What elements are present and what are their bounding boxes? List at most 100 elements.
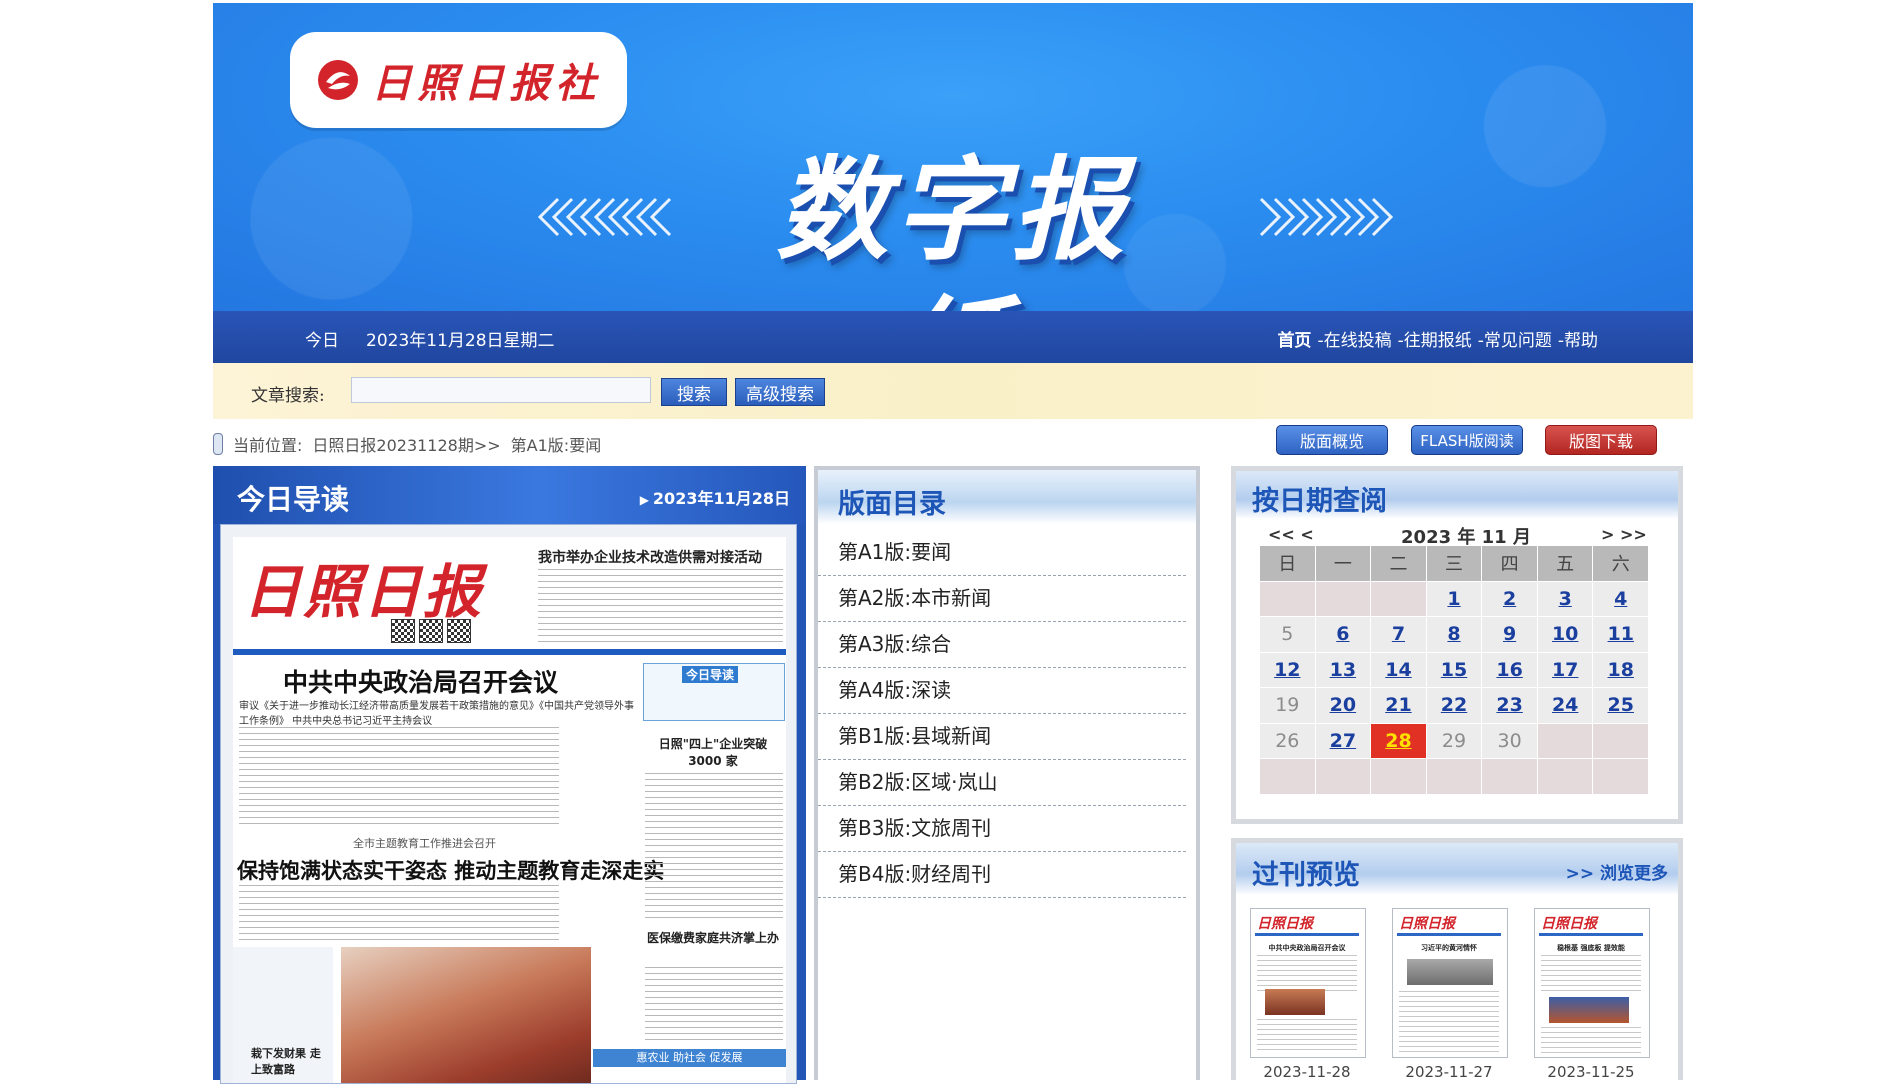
nav-link-home[interactable]: 首页	[1277, 326, 1311, 351]
front-page-kicker: 全市主题教育工作推进会召开	[353, 837, 496, 850]
calendar-day-link[interactable]: 20	[1315, 688, 1372, 724]
browse-more-link[interactable]: >> 浏览更多	[1566, 859, 1668, 884]
page-overview-button[interactable]: 版面概览	[1276, 425, 1388, 455]
thumb-headline: 中共中央政治局召开会议	[1268, 944, 1346, 952]
page-link-b3[interactable]: 第B3版:文旅周刊	[818, 806, 1186, 852]
weekday-wed: 三	[1426, 546, 1483, 582]
calendar-day-link[interactable]: 15	[1426, 652, 1483, 688]
side-story-1: 日照"四上"企业突破 3000 家	[658, 737, 768, 768]
past-issue-thumb-1[interactable]: 日照日报 中共中央政治局召开会议	[1250, 908, 1366, 1058]
calendar-empty-cell	[1371, 581, 1427, 617]
nav-links: 首页 -在线投稿 -往期报纸 -常见问题 -帮助	[1277, 326, 1598, 351]
page-directory-list: 第A1版:要闻 第A2版:本市新闻 第A3版:综合 第A4版:深读 第B1版:县…	[818, 530, 1186, 898]
calendar-day-link[interactable]: 7	[1371, 617, 1427, 653]
side-text-lines	[645, 773, 783, 923]
calendar-day-link[interactable]: 18	[1593, 652, 1650, 688]
calendar-day-link[interactable]: 1	[1426, 581, 1483, 617]
calendar-empty-cell	[1315, 759, 1372, 795]
thumb-photo	[1265, 989, 1325, 1015]
page-download-button[interactable]: 版图下载	[1545, 425, 1657, 455]
nav-link-help[interactable]: -帮助	[1558, 326, 1598, 351]
front-page-content[interactable]: 日照日报 我市举办企业技术改造供需对接活动 中共中央政治局召开会议 审议《关于进…	[233, 537, 786, 1083]
nav-link-submit[interactable]: -在线投稿	[1317, 326, 1391, 351]
calendar-day-today[interactable]: 28	[1371, 723, 1427, 759]
weekday-sat: 六	[1593, 546, 1650, 582]
nav-link-faq[interactable]: -常见问题	[1478, 326, 1552, 351]
flash-read-button[interactable]: FLASH版阅读	[1411, 425, 1523, 455]
calendar-day: 29	[1426, 723, 1483, 759]
thumb-text-lines	[1541, 955, 1641, 995]
calendar-day-link[interactable]: 27	[1315, 723, 1372, 759]
front-page-top-story: 我市举办企业技术改造供需对接活动	[538, 550, 762, 566]
calendar-day-link[interactable]: 13	[1315, 652, 1372, 688]
thumb-masthead: 日照日报	[1399, 916, 1455, 932]
weekday-mon: 一	[1315, 546, 1372, 582]
page-link-b1[interactable]: 第B1版:县域新闻	[818, 714, 1186, 760]
past-issue-thumb-3[interactable]: 日照日报 稳根基 强底板 提效能	[1534, 908, 1650, 1058]
top-story-text-lines	[538, 569, 783, 643]
calendar-day-link[interactable]: 3	[1537, 581, 1594, 617]
calendar-day-link[interactable]: 10	[1537, 617, 1594, 653]
thumb-text-lines	[1399, 991, 1499, 1053]
emblem-icon	[419, 619, 443, 643]
calendar-day-link[interactable]: 22	[1426, 688, 1483, 724]
breadcrumb-issue[interactable]: 日照日报20231128期>>	[312, 432, 500, 456]
guide-box: 今日导读	[643, 663, 785, 721]
calendar-grid: 日 一 二 三 四 五 六 1 2 3 4 5 6 7 8 9 10 11 12 13 14 15 16 17 1…	[1260, 546, 1650, 795]
calendar-day-link[interactable]: 9	[1482, 617, 1538, 653]
front-page-image[interactable]: 日照日报 我市举办企业技术改造供需对接活动 中共中央政治局召开会议 审议《关于进…	[220, 524, 797, 1084]
past-issue-date-2[interactable]: 2023-11-27	[1392, 1063, 1506, 1081]
logo[interactable]: 日照日报社	[290, 32, 627, 128]
calendar-day-link[interactable]: 11	[1593, 617, 1650, 653]
search-input[interactable]	[351, 377, 651, 403]
calendar-day-link[interactable]: 21	[1371, 688, 1427, 724]
weekday-fri: 五	[1537, 546, 1594, 582]
advanced-search-button[interactable]: 高级搜索	[735, 378, 825, 406]
past-issue-date-1[interactable]: 2023-11-28	[1250, 1063, 1364, 1081]
calendar-day-link[interactable]: 12	[1260, 652, 1316, 688]
photo-caption: 栽下发财果 走上致富路	[251, 1047, 321, 1076]
calendar-day: 26	[1260, 723, 1316, 759]
chevrons-left-icon	[538, 197, 672, 237]
calendar-weekday-row: 日 一 二 三 四 五 六	[1260, 546, 1650, 582]
headline2-text-lines	[239, 885, 559, 941]
calendar-day-link[interactable]: 14	[1371, 652, 1427, 688]
past-issue-date-3[interactable]: 2023-11-25	[1534, 1063, 1648, 1081]
page-link-a4[interactable]: 第A4版:深读	[818, 668, 1186, 714]
page-link-a2[interactable]: 第A2版:本市新闻	[818, 576, 1186, 622]
header-banner: 日照日报社 数字报纸	[213, 3, 1693, 311]
calendar-week-row: 5 6 7 8 9 10 11	[1260, 617, 1650, 653]
nav-link-archive[interactable]: -往期报纸	[1398, 326, 1472, 351]
calendar-empty-cell	[1482, 759, 1538, 795]
nav-date: 2023年11月28日星期二	[366, 331, 555, 351]
weekday-thu: 四	[1482, 546, 1538, 582]
calendar-day-link[interactable]: 24	[1537, 688, 1594, 724]
weekday-tue: 二	[1371, 546, 1427, 582]
search-button[interactable]: 搜索	[661, 378, 727, 406]
page-link-a3[interactable]: 第A3版:综合	[818, 622, 1186, 668]
page-link-b2[interactable]: 第B2版:区域·岚山	[818, 760, 1186, 806]
thumb-text-lines	[1257, 1019, 1357, 1053]
page-link-b4[interactable]: 第B4版:财经周刊	[818, 852, 1186, 898]
calendar-day-link[interactable]: 8	[1426, 617, 1483, 653]
thumb-photo	[1549, 997, 1629, 1023]
calendar-day-link[interactable]: 25	[1593, 688, 1650, 724]
thumb-masthead: 日照日报	[1257, 916, 1313, 932]
weekday-sun: 日	[1260, 546, 1316, 582]
calendar-day-link[interactable]: 6	[1315, 617, 1372, 653]
calendar-week-row	[1260, 759, 1650, 795]
calendar-empty-cell	[1537, 723, 1594, 759]
calendar-day-link[interactable]: 17	[1537, 652, 1594, 688]
calendar-day-link[interactable]: 2	[1482, 581, 1538, 617]
past-issue-thumb-2[interactable]: 日照日报 习近平的黄河情怀	[1392, 908, 1508, 1058]
banner-title: 数字报纸	[776, 146, 1130, 311]
today-guide-header: 今日导读 2023年11月28日	[213, 466, 806, 524]
calendar-prev-button[interactable]: << <	[1268, 525, 1314, 544]
logo-text: 日照日报社	[371, 60, 602, 107]
calendar-day-link[interactable]: 4	[1593, 581, 1650, 617]
today-guide-date: 2023年11月28日	[640, 485, 790, 509]
page-link-a1[interactable]: 第A1版:要闻	[818, 530, 1186, 576]
calendar-next-button[interactable]: > >>	[1601, 525, 1647, 544]
calendar-day-link[interactable]: 23	[1482, 688, 1538, 724]
calendar-day-link[interactable]: 16	[1482, 652, 1538, 688]
